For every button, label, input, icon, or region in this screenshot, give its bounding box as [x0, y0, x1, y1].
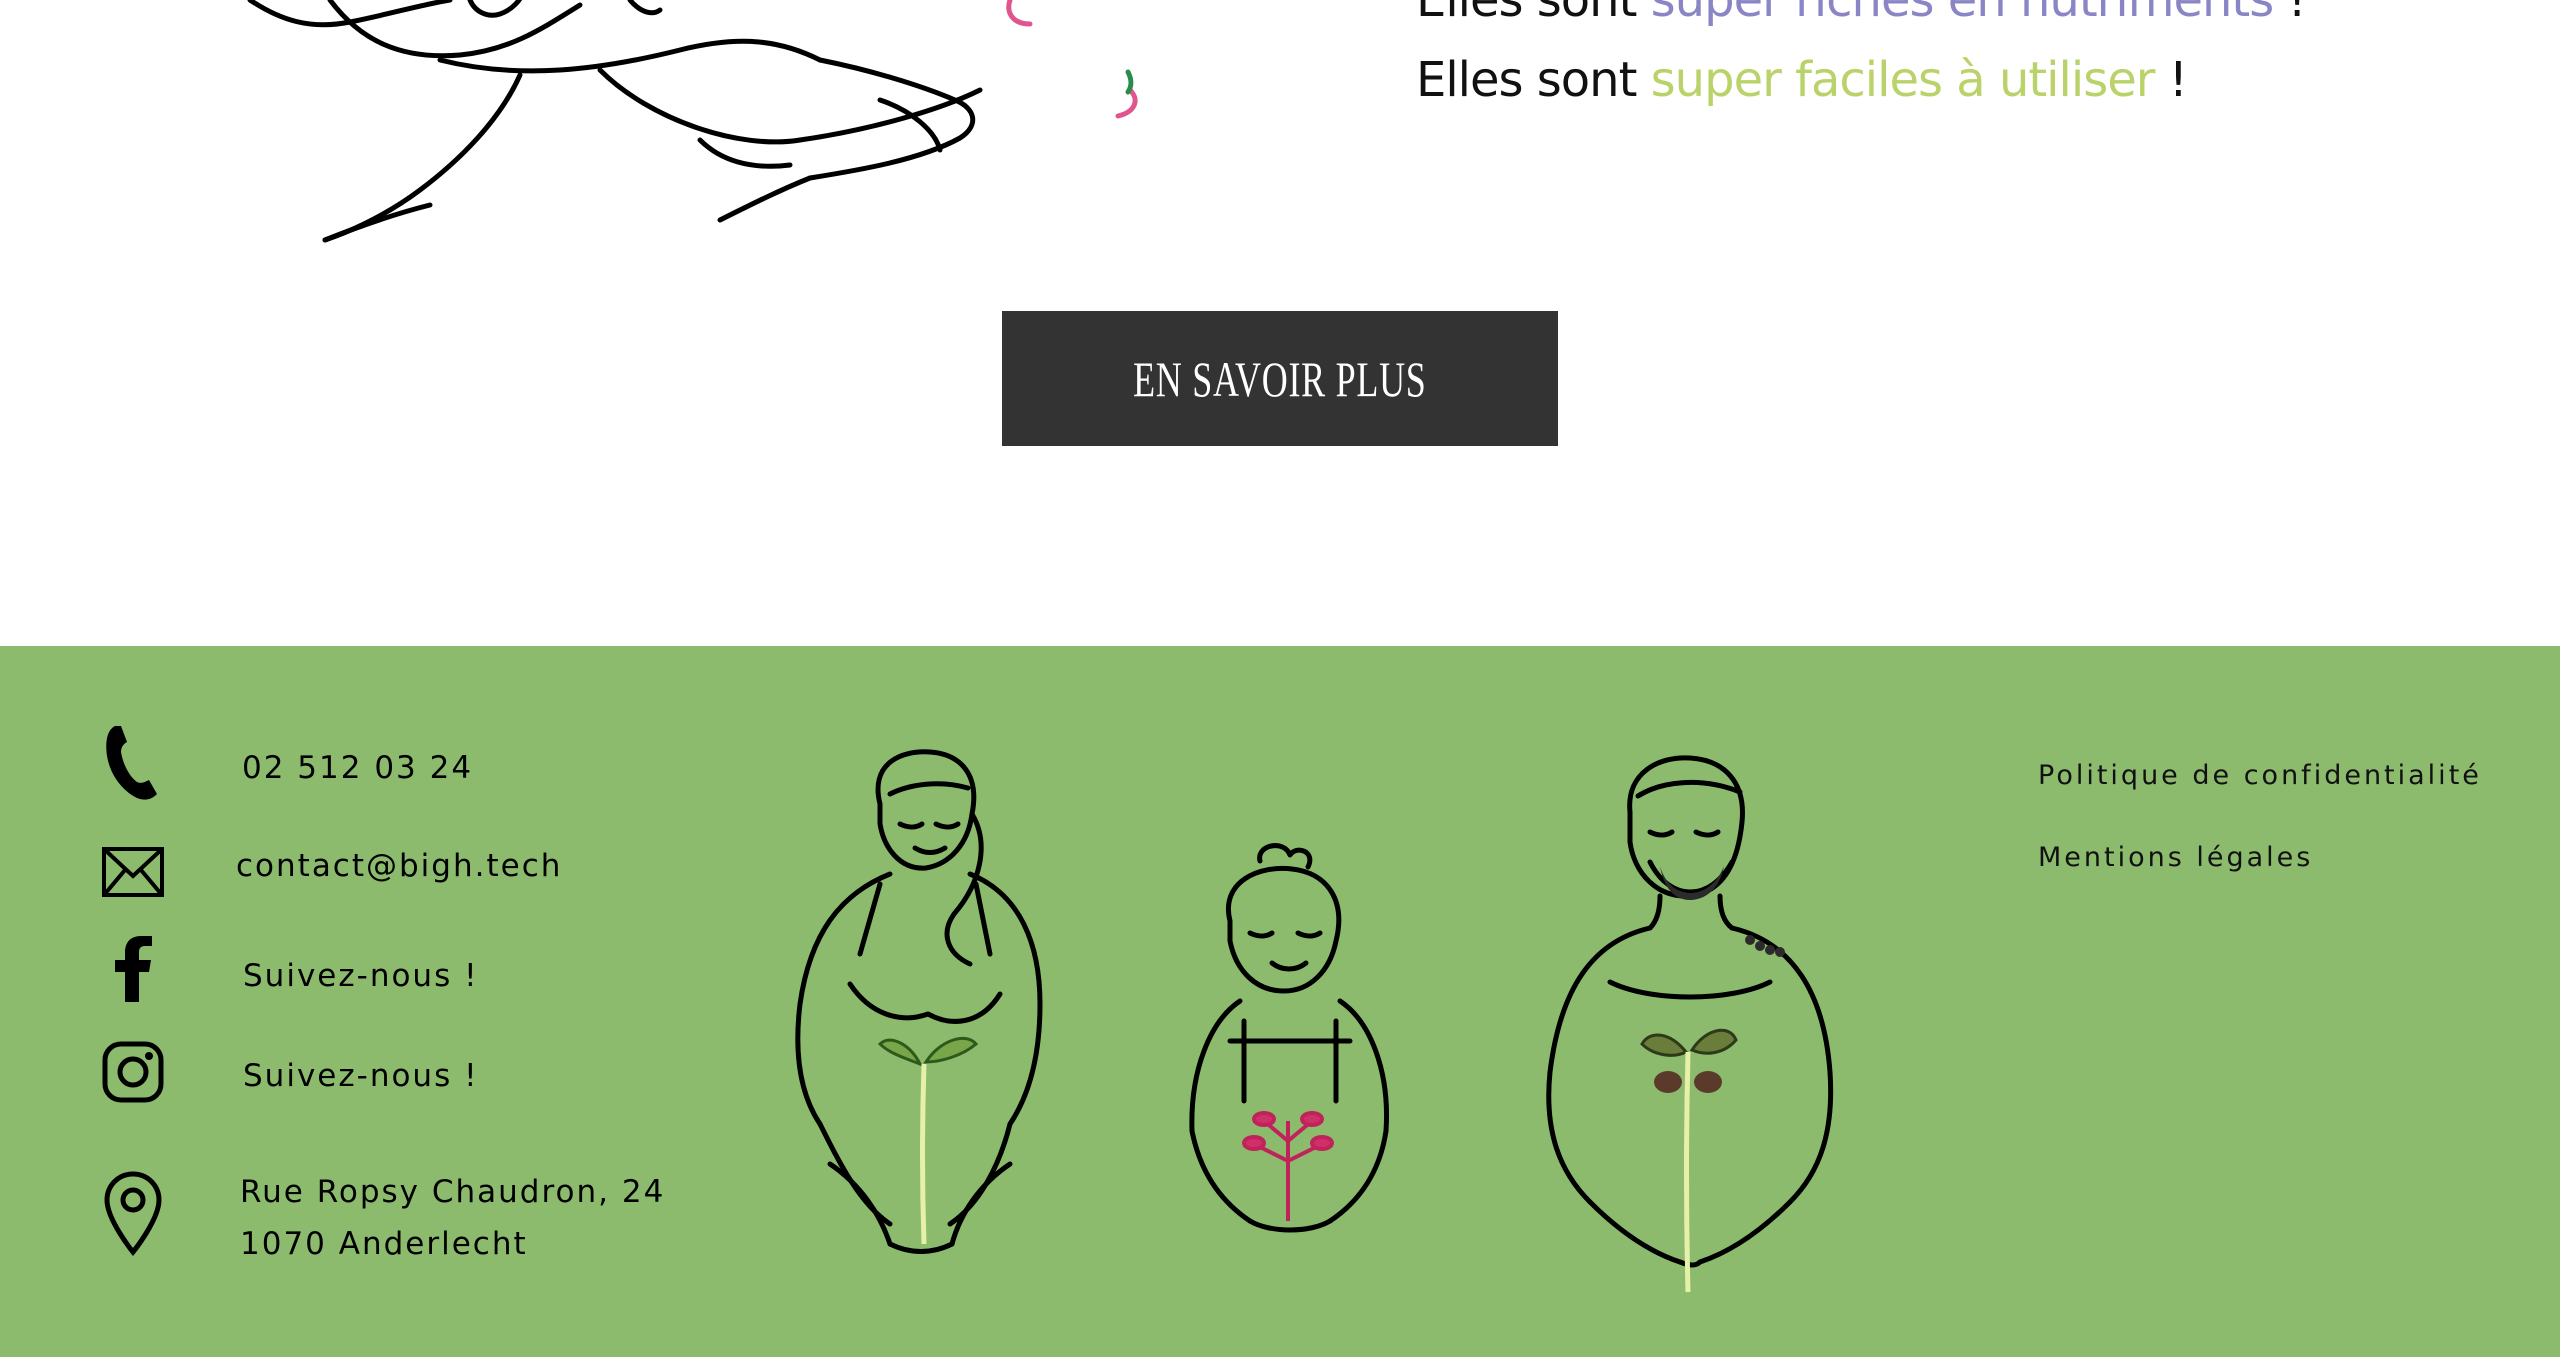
learn-more-button[interactable]: EN SAVOIR PLUS: [1002, 311, 1558, 446]
facebook-link[interactable]: Suivez-nous !: [243, 958, 479, 994]
tagline-text: !: [2273, 0, 2307, 28]
location-pin-icon: [98, 1168, 168, 1258]
tagline-text: Elles sont: [1416, 52, 1651, 108]
flying-figure-illustration: [247, 0, 1138, 243]
tagline-text: Elles sont: [1416, 0, 1651, 28]
legal-notice-link[interactable]: Mentions légales: [2038, 842, 2313, 873]
email-link[interactable]: contact@bigh.tech: [236, 848, 562, 884]
hero-section: Elles sont super riches en nutriments ! …: [0, 0, 2560, 646]
woman-with-sprout-illustration: [795, 749, 1043, 1254]
address-line-2: 1070 Anderlecht: [240, 1226, 528, 1262]
learn-more-label: EN SAVOIR PLUS: [1133, 350, 1427, 407]
tagline-highlight: super riches en nutriments: [1650, 0, 2275, 28]
privacy-policy-link[interactable]: Politique de confidentialité: [2038, 760, 2482, 791]
tagline-nutrients: Elles sont super riches en nutriments !: [1416, 0, 2307, 28]
child-with-sprouts-illustration: [1189, 843, 1390, 1233]
tagline-text: !: [2154, 52, 2188, 108]
tagline-highlight: super faciles à utiliser: [1650, 52, 2156, 108]
facebook-icon[interactable]: [98, 929, 168, 1009]
phone-number[interactable]: 02 512 03 24: [242, 750, 473, 786]
instagram-icon[interactable]: [98, 1032, 168, 1112]
instagram-link[interactable]: Suivez-nous !: [243, 1058, 479, 1094]
phone-icon: [98, 722, 168, 802]
mail-icon[interactable]: [98, 832, 168, 912]
footer: 02 512 03 24 contact@bigh.tech Suivez-no…: [0, 646, 2560, 1357]
address-line-1: Rue Ropsy Chaudron, 24: [240, 1174, 666, 1210]
man-with-sprout-illustration: [1546, 755, 1834, 1293]
tagline-easy: Elles sont super faciles à utiliser !: [1416, 52, 2188, 108]
